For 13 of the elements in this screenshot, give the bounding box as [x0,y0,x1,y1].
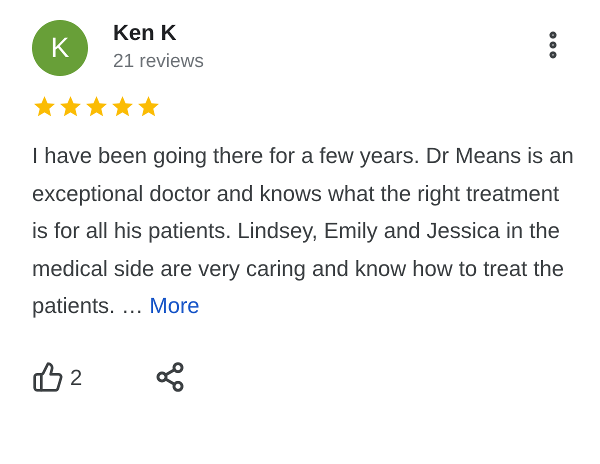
star-icon [110,94,135,119]
reviewer-name: Ken K [113,19,178,47]
like-icon[interactable] [32,361,64,393]
review-count: 21 reviews [113,50,204,74]
star-icon [136,94,161,119]
star-icon [32,94,57,119]
like-count: 2 [70,364,82,392]
more-link[interactable]: More [149,293,200,318]
star-icon [58,94,83,119]
star-icon [84,94,109,119]
review-text: I have been going there for a few years. Dr Means is an exceptional doctor and knows what the right treatment is for all his patients. Lindsey, Emily and Jessica in the medical side are very caring and know how to treat the patients. … More [32,142,575,320]
share-icon[interactable] [154,361,186,393]
avatar: K [32,20,88,76]
